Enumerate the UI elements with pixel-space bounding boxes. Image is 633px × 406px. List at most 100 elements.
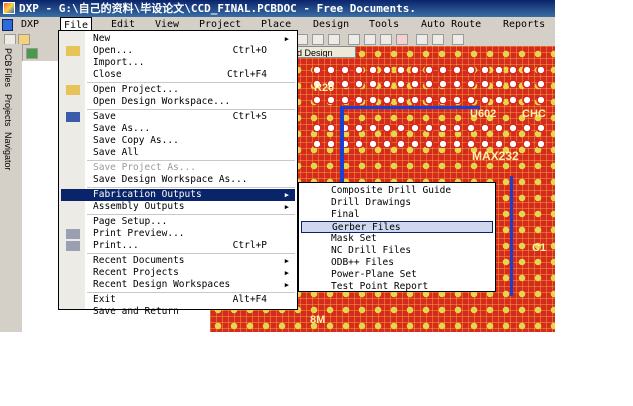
pcb-board-icon[interactable] [26,48,38,59]
silkscreen-label: 8M [310,314,326,326]
select-area-icon[interactable] [348,34,360,45]
menu-item-print[interactable]: Print... Ctrl+P [61,240,295,252]
submenu-item-label: Power-Plane Set [331,269,417,280]
document-icon [2,19,13,31]
submenu-item-test-point-report[interactable]: Test Point Report [301,281,493,293]
menu-item-label: Assembly Outputs [93,201,185,212]
menu-item-shortcut: Ctrl+O [232,45,267,56]
menu-tools[interactable]: Tools [366,17,402,33]
rubber-stamp-icon[interactable] [328,34,340,45]
menu-item-shortcut: Ctrl+P [232,240,267,251]
file-menu-dropdown: New ▶ Open... Ctrl+O Import... Close Ctrl+F4 Op… [58,30,298,317]
menu-item-label: Recent Documents [93,255,185,266]
menu-separator [87,187,295,188]
menu-item-label: Save Project As... [93,162,196,173]
menu-item-label: Save [93,111,116,122]
menu-item-save-copy-as[interactable]: Save Copy As... [61,135,295,147]
menu-item-save-project-as: Save Project As... [61,162,295,174]
menu-item-save-and-return[interactable]: Save and Return [61,306,295,318]
menu-item-print-preview[interactable]: Print Preview... [61,228,295,240]
menu-item-close[interactable]: Close Ctrl+F4 [61,69,295,81]
menu-item-open[interactable]: Open... Ctrl+O [61,45,295,57]
menu-item-exit[interactable]: Exit Alt+F4 [61,294,295,306]
printer-icon [66,241,80,251]
menu-item-save-all[interactable]: Save All [61,147,295,159]
menu-item-shortcut: Alt+F4 [232,294,267,305]
menu-item-label: Open Project... [93,84,179,95]
menu-separator [87,109,295,110]
silkscreen-label: C1 [532,242,547,254]
menu-item-recent-projects[interactable]: Recent Projects ▶ [61,267,295,279]
side-panel-tabs: PCB Files Projects Navigator [0,44,23,332]
submenu-item-nc-drill-files[interactable]: NC Drill Files [301,245,493,257]
pad-row [310,66,550,74]
menu-item-label: Print... [93,240,139,251]
menu-separator [87,253,295,254]
paste-icon[interactable] [312,34,324,45]
submenu-item-label: Test Point Report [331,281,429,292]
menu-item-label: Save and Return [93,306,179,317]
menu-auto-route[interactable]: Auto Route [418,17,484,33]
dxp-app-icon [3,2,15,14]
submenu-item-composite-drill-guide[interactable]: Composite Drill Guide [301,185,493,197]
tab-projects[interactable]: Projects [3,94,13,127]
select-icon[interactable] [380,34,392,45]
menu-item-recent-design-workspaces[interactable]: Recent Design Workspaces ▶ [61,279,295,291]
pad-row [310,140,550,148]
silkscreen-label: R20 [314,82,335,94]
open-folder-icon [66,46,80,56]
menu-reports[interactable]: Reports [500,17,548,33]
menu-dxp[interactable]: DXP [18,17,42,33]
menu-item-recent-documents[interactable]: Recent Documents ▶ [61,255,295,267]
blue-trace [510,176,513,296]
silkscreen-label: MAX232 [472,149,519,163]
fabrication-outputs-submenu: Composite Drill Guide Drill Drawings Final… [298,182,496,292]
pad-row [310,80,550,88]
submenu-arrow-icon: ▶ [284,269,289,277]
app-window: DXP - G:\自己的资料\毕设论文\CCD_FINAL.PCBDOC - F… [0,0,555,332]
zoom-icon[interactable] [452,34,464,45]
open-project-icon [66,85,80,95]
undo-icon[interactable] [416,34,428,45]
menu-item-label: Save Design Workspace As... [93,174,248,185]
pad-row [310,96,550,104]
menu-item-import[interactable]: Import... [61,57,295,69]
menu-item-page-setup[interactable]: Page Setup... [61,216,295,228]
menu-item-new[interactable]: New ▶ [61,33,295,45]
menu-item-label: New [93,33,111,44]
submenu-item-label: NC Drill Files [331,245,412,256]
menu-item-save-as[interactable]: Save As... [61,123,295,135]
menu-item-label: Recent Design Workspaces [93,279,231,290]
menu-item-label: Fabrication Outputs [93,189,202,200]
menu-item-assembly-outputs[interactable]: Assembly Outputs ▶ [61,201,295,213]
menu-item-label: Save As... [93,123,151,134]
submenu-item-mask-set[interactable]: Mask Set [301,233,493,245]
menu-item-save-design-workspace-as[interactable]: Save Design Workspace As... [61,174,295,186]
tab-files[interactable]: Files [3,68,13,87]
save-disk-icon [66,112,80,122]
submenu-item-odb-files[interactable]: ODB++ Files [301,257,493,269]
submenu-item-label: Final [331,209,360,220]
submenu-item-gerber-files[interactable]: Gerber Files [301,221,493,233]
window-title: DXP - G:\自己的资料\毕设论文\CCD_FINAL.PCBDOC - F… [19,2,417,15]
menu-item-label: Exit [93,294,116,305]
submenu-arrow-icon: ▶ [284,191,289,199]
tab-pcb[interactable]: PCB [3,48,13,67]
deselect-icon[interactable] [396,34,408,45]
submenu-item-power-plane-set[interactable]: Power-Plane Set [301,269,493,281]
menu-design[interactable]: Design [310,17,352,33]
submenu-item-label: Mask Set [331,233,377,244]
submenu-item-label: ODB++ Files [331,257,394,268]
menu-item-open-design-workspace[interactable]: Open Design Workspace... [61,96,295,108]
menu-item-save[interactable]: Save Ctrl+S [61,111,295,123]
menu-item-open-project[interactable]: Open Project... [61,84,295,96]
submenu-item-drill-drawings[interactable]: Drill Drawings [301,197,493,209]
submenu-item-final[interactable]: Final [301,209,493,221]
move-icon[interactable] [364,34,376,45]
menu-separator [87,82,295,83]
redo-icon[interactable] [432,34,444,45]
submenu-item-label: Composite Drill Guide [331,185,452,196]
menu-item-label: Open Design Workspace... [93,96,231,107]
tab-navigator[interactable]: Navigator [3,132,13,171]
menu-item-fabrication-outputs[interactable]: Fabrication Outputs ▶ [61,189,295,201]
